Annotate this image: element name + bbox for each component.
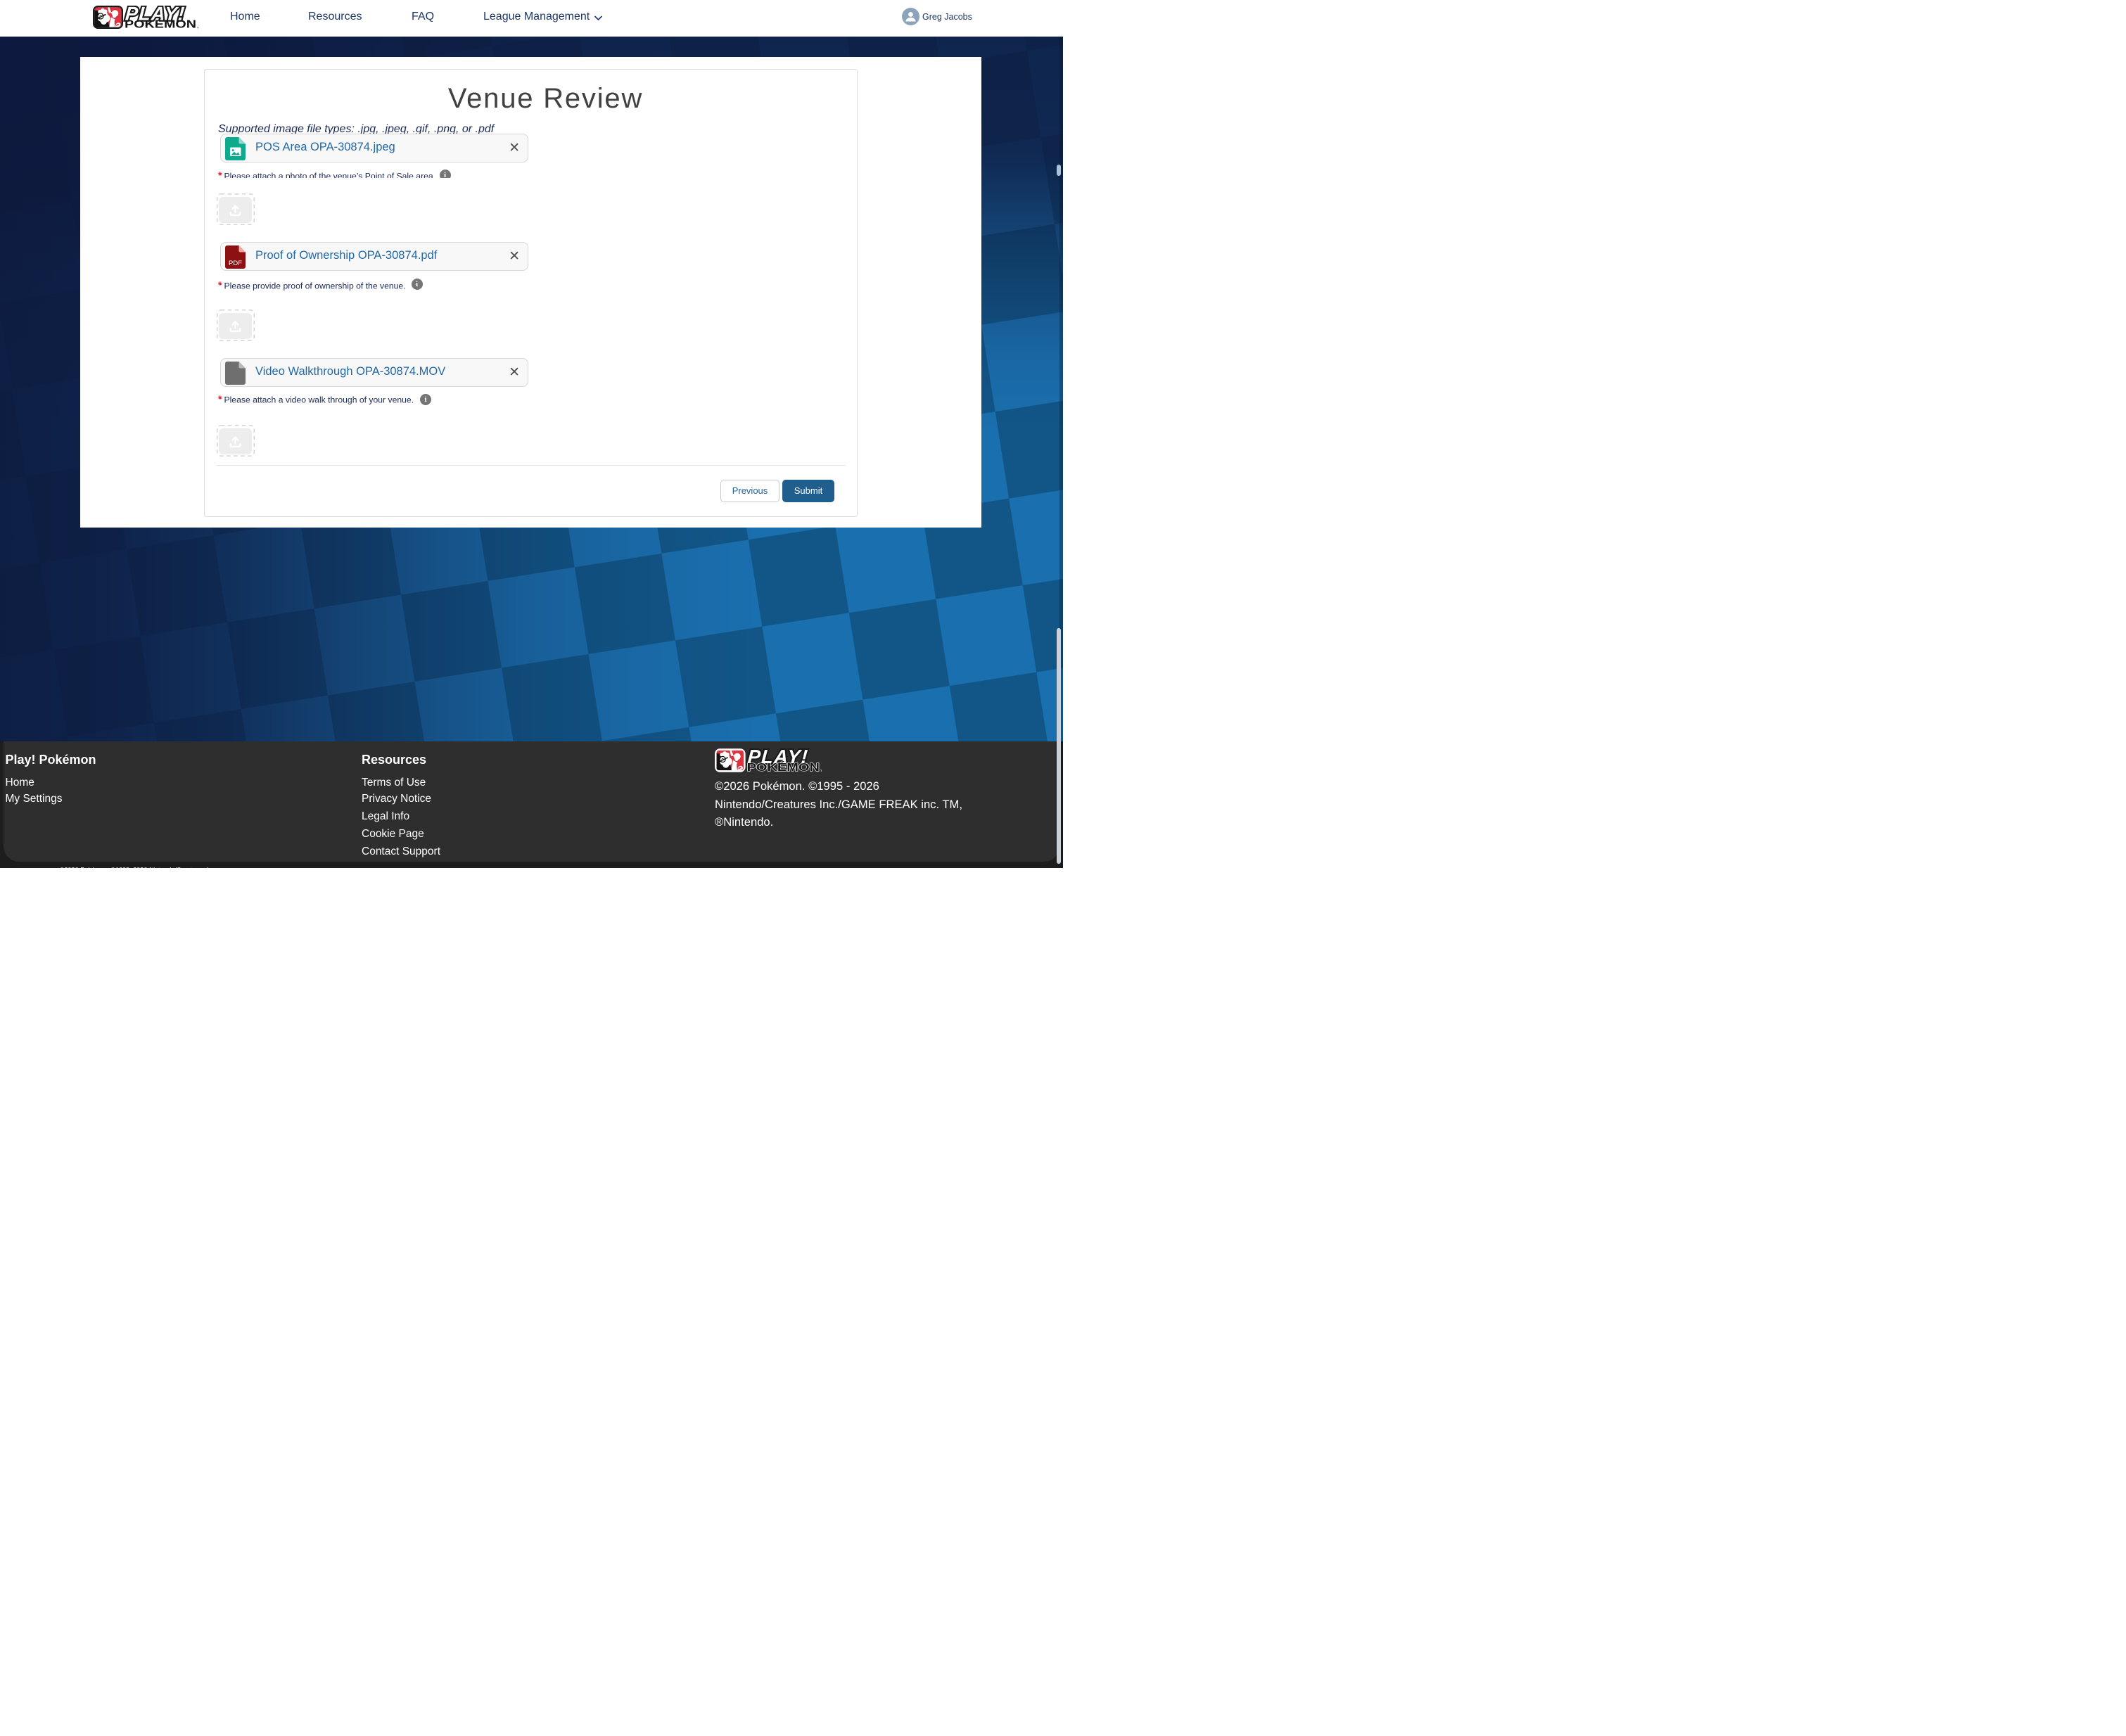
svg-text:PDF: PDF <box>229 260 242 267</box>
svg-text:POKÉMON: POKÉMON <box>747 760 820 773</box>
svg-text:TM: TM <box>197 25 198 29</box>
svg-text:POKÉMON: POKÉMON <box>125 17 196 30</box>
svg-text:TM: TM <box>820 769 822 772</box>
